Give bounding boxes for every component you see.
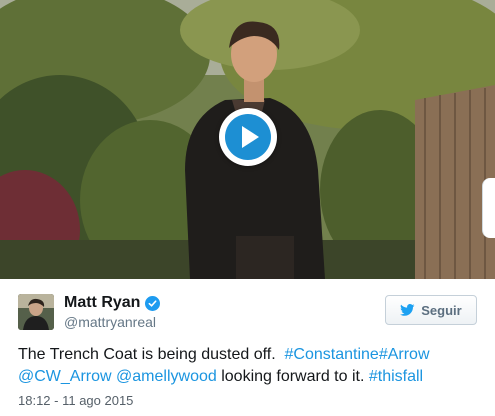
hashtag-link[interactable]: #Arrow bbox=[379, 346, 430, 363]
mention-link[interactable]: @CW_Arrow bbox=[18, 368, 112, 385]
author-name[interactable]: Matt Ryan bbox=[64, 294, 140, 312]
avatar[interactable] bbox=[18, 294, 54, 330]
hashtag-link[interactable]: #thisfall bbox=[369, 368, 423, 385]
embedded-tweet: Matt Ryan @mattryanreal Seguir The Trenc… bbox=[0, 0, 495, 416]
tweet-text-part: The Trench Coat is being dusted off. bbox=[18, 346, 276, 363]
play-icon bbox=[225, 114, 271, 160]
verified-badge-icon bbox=[145, 295, 161, 311]
twitter-bird-icon bbox=[400, 304, 415, 316]
follow-label: Seguir bbox=[421, 302, 462, 318]
tweet-text: The Trench Coat is being dusted off. #Co… bbox=[18, 344, 478, 388]
tweet-header: Matt Ryan @mattryanreal Seguir bbox=[18, 292, 477, 336]
play-button[interactable] bbox=[219, 108, 277, 166]
follow-button[interactable]: Seguir bbox=[385, 295, 477, 325]
tweet-text-part: looking forward to it. bbox=[221, 368, 365, 385]
tweet-video[interactable] bbox=[0, 0, 495, 279]
tweet-timestamp[interactable]: 18:12 - 11 ago 2015 bbox=[18, 393, 133, 408]
side-panel-edge bbox=[482, 178, 495, 238]
author-row: Matt Ryan bbox=[64, 294, 161, 312]
mention-link[interactable]: @amellywood bbox=[116, 368, 217, 385]
author-handle[interactable]: @mattryanreal bbox=[64, 314, 156, 330]
hashtag-link[interactable]: #Constantine bbox=[285, 346, 379, 363]
